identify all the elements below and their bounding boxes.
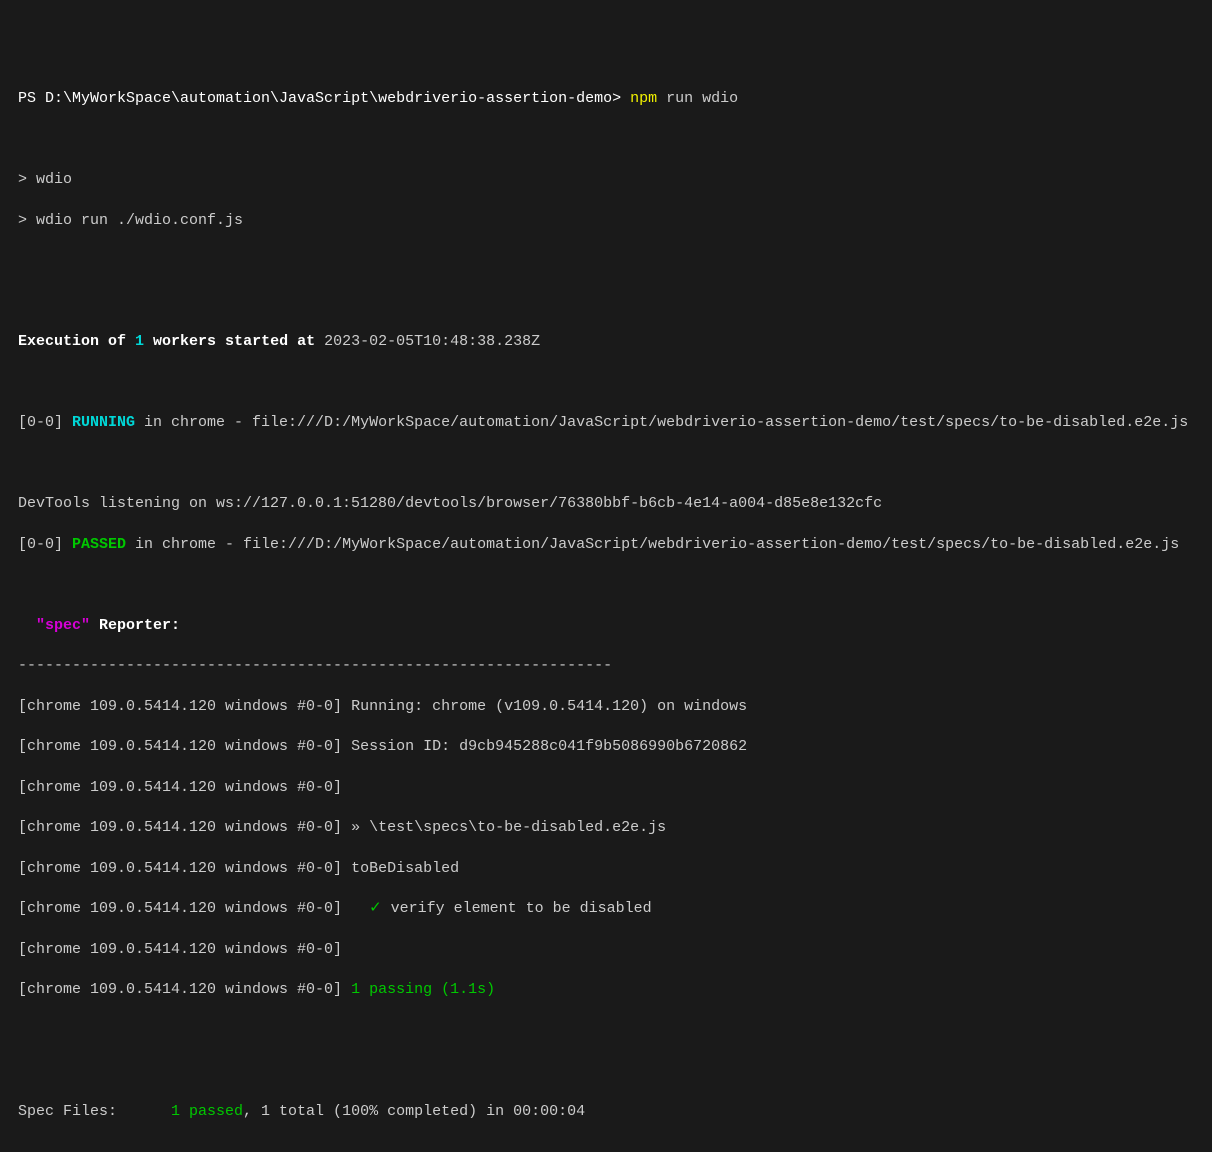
devtools-listening: DevTools listening on ws://127.0.0.1:512… bbox=[18, 494, 1194, 514]
exec-count: 1 bbox=[135, 333, 144, 350]
blank-line bbox=[18, 251, 1194, 271]
chrome-prefix: [chrome 109.0.5414.120 windows #0-0] bbox=[18, 941, 342, 958]
cwd-path: D:\MyWorkSpace\automation\JavaScript\web… bbox=[45, 90, 630, 107]
passing-summary: 1 passing (1.1s) bbox=[342, 981, 495, 998]
summary-passed: 1 passed bbox=[171, 1103, 243, 1120]
check-icon: ✓ bbox=[342, 900, 391, 917]
chrome-line: [chrome 109.0.5414.120 windows #0-0] bbox=[18, 778, 1194, 798]
blank-line bbox=[18, 454, 1194, 474]
chrome-prefix: [chrome 109.0.5414.120 windows #0-0] bbox=[18, 779, 342, 796]
exec-timestamp: 2023-02-05T10:48:38.238Z bbox=[324, 333, 540, 350]
chrome-line: [chrome 109.0.5414.120 windows #0-0] Run… bbox=[18, 697, 1194, 717]
reporter-name: "spec" bbox=[36, 617, 90, 634]
blank-line bbox=[18, 1142, 1194, 1152]
exec-mid: workers started at bbox=[144, 333, 324, 350]
cmd-args: run wdio bbox=[657, 90, 738, 107]
chrome-prefix: [chrome 109.0.5414.120 windows #0-0] bbox=[18, 860, 342, 877]
chrome-prefix: [chrome 109.0.5414.120 windows #0-0] bbox=[18, 738, 342, 755]
chrome-line: [chrome 109.0.5414.120 windows #0-0] 1 p… bbox=[18, 980, 1194, 1000]
running-status: RUNNING bbox=[72, 414, 135, 431]
running-file: in chrome - file:///D:/MyWorkSpace/autom… bbox=[135, 414, 1188, 431]
chrome-line: [chrome 109.0.5414.120 windows #0-0] toB… bbox=[18, 859, 1194, 879]
test-name: verify element to be disabled bbox=[391, 900, 652, 917]
spec-file: » \test\specs\to-be-disabled.e2e.js bbox=[342, 819, 666, 836]
summary-label: Spec Files: bbox=[18, 1103, 171, 1120]
chrome-line: [chrome 109.0.5414.120 windows #0-0] bbox=[18, 940, 1194, 960]
blank-line bbox=[18, 575, 1194, 595]
reporter-header: "spec" Reporter: bbox=[18, 616, 1194, 636]
chrome-line: [chrome 109.0.5414.120 windows #0-0] Ses… bbox=[18, 737, 1194, 757]
blank-line bbox=[18, 373, 1194, 393]
worker-running: [0-0] RUNNING in chrome - file:///D:/MyW… bbox=[18, 413, 1194, 433]
spec-files-summary: Spec Files: 1 passed, 1 total (100% comp… bbox=[18, 1102, 1194, 1122]
chrome-prefix: [chrome 109.0.5414.120 windows #0-0] bbox=[18, 819, 342, 836]
blank-line bbox=[18, 130, 1194, 150]
running-info: Running: chrome (v109.0.5414.120) on win… bbox=[342, 698, 747, 715]
reporter-label: Reporter: bbox=[90, 617, 180, 634]
blank-line bbox=[18, 292, 1194, 312]
exec-pre: Execution of bbox=[18, 333, 135, 350]
worker-id: [0-0] bbox=[18, 414, 72, 431]
execution-header: Execution of 1 workers started at 2023-0… bbox=[18, 332, 1194, 352]
passed-file: in chrome - file:///D:/MyWorkSpace/autom… bbox=[126, 536, 1179, 553]
cmd-npm: npm bbox=[630, 90, 657, 107]
blank-line bbox=[18, 1061, 1194, 1081]
session-id: Session ID: d9cb945288c041f9b5086990b672… bbox=[342, 738, 747, 755]
chrome-prefix: [chrome 109.0.5414.120 windows #0-0] bbox=[18, 900, 342, 917]
chrome-prefix: [chrome 109.0.5414.120 windows #0-0] bbox=[18, 698, 342, 715]
chrome-prefix: [chrome 109.0.5414.120 windows #0-0] bbox=[18, 981, 342, 998]
ps-label: PS bbox=[18, 90, 45, 107]
worker-passed: [0-0] PASSED in chrome - file:///D:/MyWo… bbox=[18, 535, 1194, 555]
suite-name: toBeDisabled bbox=[342, 860, 459, 877]
worker-id: [0-0] bbox=[18, 536, 72, 553]
chrome-line: [chrome 109.0.5414.120 windows #0-0] ✓ v… bbox=[18, 899, 1194, 919]
script-echo-2: > wdio run ./wdio.conf.js bbox=[18, 211, 1194, 231]
passed-status: PASSED bbox=[72, 536, 126, 553]
prompt-line-1[interactable]: PS D:\MyWorkSpace\automation\JavaScript\… bbox=[18, 89, 1194, 109]
summary-rest: , 1 total (100% completed) in 00:00:04 bbox=[243, 1103, 585, 1120]
blank-line bbox=[18, 1021, 1194, 1041]
separator-dashes: ----------------------------------------… bbox=[18, 656, 1194, 676]
script-echo-1: > wdio bbox=[18, 170, 1194, 190]
chrome-line: [chrome 109.0.5414.120 windows #0-0] » \… bbox=[18, 818, 1194, 838]
